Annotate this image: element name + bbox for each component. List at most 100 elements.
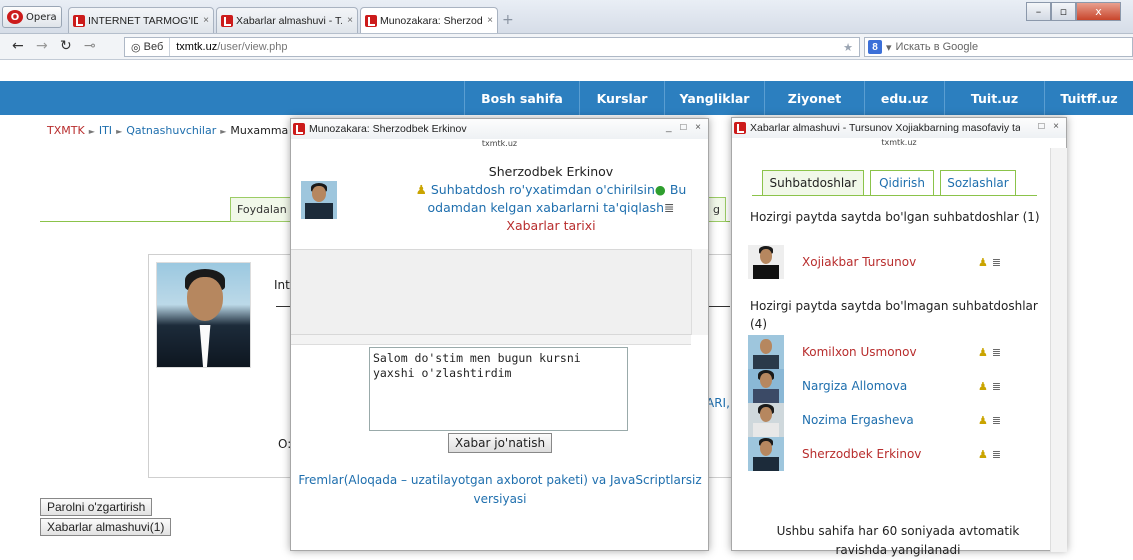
tab-close-icon[interactable]: × xyxy=(201,15,209,26)
no-frames-version-link[interactable]: Fremlar(Aloqada – uzatilayotgan axborot … xyxy=(297,471,703,509)
tab-partial[interactable]: g xyxy=(706,197,726,222)
breadcrumb-current: Muxamma xyxy=(230,124,289,137)
tab-close-icon[interactable]: × xyxy=(345,15,353,26)
person-icon[interactable]: ♟ xyxy=(978,380,992,393)
refresh-note: Ushbu sahifa har 60 soniyada avtomatik r… xyxy=(776,524,1020,557)
message-history-link[interactable]: Xabarlar tarixi xyxy=(506,218,595,233)
contact-name[interactable]: Nargiza Allomova xyxy=(802,379,978,393)
nav-kurslar[interactable]: Kurslar xyxy=(579,81,664,115)
contact-name[interactable]: Sherzodbek Erkinov xyxy=(802,447,978,461)
search-field[interactable]: 8 ▾ Искать в Google xyxy=(864,37,1133,57)
breadcrumb: TXMTK ► ITI ► Qatnashuvchilar ► Muxamma xyxy=(47,124,288,137)
person-icon: ♟ xyxy=(415,182,427,197)
contact-name[interactable]: Komilxon Usmonov xyxy=(802,345,978,359)
nav-tuitff-uz[interactable]: Tuitff.uz xyxy=(1044,81,1133,115)
send-message-button[interactable]: Xabar jo'natish xyxy=(448,433,552,453)
document-icon[interactable]: ≣ xyxy=(992,448,1005,461)
opera-menu-button[interactable]: O Opera xyxy=(2,6,62,28)
person-icon[interactable]: ♟ xyxy=(978,346,992,359)
contact-actions[interactable]: ♟≣ xyxy=(978,346,1005,359)
contact-row[interactable]: Nozima Ergasheva ♟≣ xyxy=(748,403,1005,437)
reload-icon[interactable]: ↻ xyxy=(60,38,72,54)
profile-interest-fragment: Int xyxy=(274,278,290,292)
change-password-button[interactable]: Parolni o'zgartirish xyxy=(40,498,153,516)
globe-icon: ◎ xyxy=(131,41,141,54)
nav-yangliklar[interactable]: Yangliklar xyxy=(664,81,764,115)
chat-scrollbar[interactable] xyxy=(691,249,708,335)
messaging-window-titlebar[interactable]: Xabarlar almashuvi - Tursunov Xojiakbarn… xyxy=(732,118,1066,138)
web-badge-label: Веб xyxy=(143,41,164,53)
search-engine-dropdown-icon[interactable]: ▾ xyxy=(886,41,892,54)
key-icon[interactable]: ⊸ xyxy=(84,38,96,54)
document-icon[interactable]: ≣ xyxy=(992,346,1005,359)
chat-hscrollbar[interactable] xyxy=(291,335,691,345)
tab-suhbatdoshlar[interactable]: Suhbatdoshlar xyxy=(762,170,864,196)
url-field[interactable]: ◎ Веб txmtk.uz/user/view.php ★ xyxy=(124,37,860,57)
site-favicon-icon xyxy=(221,14,233,27)
minimize-button[interactable]: – xyxy=(1026,2,1051,21)
tab-qidirish[interactable]: Qidirish xyxy=(870,170,934,196)
messaging-scrollbar[interactable] xyxy=(1050,148,1067,552)
tab-close-icon[interactable]: × xyxy=(485,15,493,26)
breadcrumb-txmtk[interactable]: TXMTK xyxy=(47,124,85,137)
close-window-button[interactable]: x xyxy=(1076,2,1121,21)
contact-name[interactable]: Xojiakbar Tursunov xyxy=(802,255,978,269)
contact-row[interactable]: Nargiza Allomova ♟≣ xyxy=(748,369,1005,403)
new-tab-icon[interactable]: + xyxy=(502,12,514,28)
contact-actions[interactable]: ♟≣ xyxy=(978,448,1005,461)
breadcrumb-iti[interactable]: ITI xyxy=(99,124,112,137)
url-host: txmtk.uz xyxy=(176,41,218,53)
messaging-window: Xabarlar almashuvi - Tursunov Xojiakbarn… xyxy=(731,117,1067,557)
browser-tab-3[interactable]: Munozakara: Sherzodb... × xyxy=(360,7,498,33)
contact-actions[interactable]: ♟≣ xyxy=(978,414,1005,427)
person-icon[interactable]: ♟ xyxy=(978,414,992,427)
chat-window-titlebar[interactable]: Munozakara: Sherzodbek Erkinov _ □ × xyxy=(291,119,708,139)
forward-icon[interactable]: → xyxy=(36,38,48,54)
green-circle-icon: ● xyxy=(654,182,666,197)
tab-sozlashlar[interactable]: Sozlashlar xyxy=(940,170,1016,196)
contact-row[interactable]: Sherzodbek Erkinov ♟≣ xyxy=(748,437,1005,471)
document-icon: ≣ xyxy=(664,200,675,215)
chat-messages-area[interactable] xyxy=(291,249,708,335)
contact-avatar xyxy=(748,369,784,403)
web-badge[interactable]: ◎ Веб xyxy=(125,38,171,56)
chat-window-controls[interactable]: _ □ × xyxy=(666,122,704,133)
messages-button[interactable]: Xabarlar almashuvi(1) xyxy=(40,518,172,536)
messaging-window-domain: txmtk.uz xyxy=(881,138,917,147)
messaging-window-controls[interactable]: □ × xyxy=(1038,121,1062,132)
nav-edu-uz[interactable]: edu.uz xyxy=(864,81,944,115)
document-icon[interactable]: ≣ xyxy=(992,414,1005,427)
contact-actions[interactable]: ♟≣ xyxy=(978,256,1005,269)
contact-name: Sherzodbek Erkinov xyxy=(488,164,614,179)
nav-ziyonet[interactable]: Ziyonet xyxy=(764,81,864,115)
document-icon[interactable]: ≣ xyxy=(992,256,1005,269)
breadcrumb-qatnashuvchilar[interactable]: Qatnashuvchilar xyxy=(126,124,216,137)
profile-link-fragment[interactable]: ARI, xyxy=(706,396,730,410)
maximize-button[interactable]: ▫ xyxy=(1051,2,1076,21)
person-icon[interactable]: ♟ xyxy=(978,448,992,461)
tab-profile[interactable]: Foydalan xyxy=(230,197,292,222)
site-favicon-icon xyxy=(365,14,377,27)
google-icon: 8 xyxy=(868,40,882,54)
browser-tab-2[interactable]: Xabarlar almashuvi - T... × xyxy=(216,7,358,33)
contact-row[interactable]: Xojiakbar Tursunov ♟≣ xyxy=(748,245,1005,279)
contact-avatar xyxy=(301,181,337,219)
nav-bosh-sahifa[interactable]: Bosh sahifa xyxy=(464,81,579,115)
site-favicon-icon xyxy=(73,14,85,27)
remove-contact-link[interactable]: Suhbatdosh ro'yxatimdan o'chirilsin xyxy=(431,182,655,197)
tab-title: Xabarlar almashuvi - T... xyxy=(236,14,343,27)
browser-tab-1[interactable]: INTERNET TARMOG'ID... × xyxy=(68,7,214,33)
contact-actions[interactable]: ♟≣ xyxy=(978,380,1005,393)
chat-window-domain: txmtk.uz xyxy=(481,139,518,148)
bookmark-star-icon[interactable]: ★ xyxy=(843,41,853,54)
back-icon[interactable]: ← xyxy=(12,38,24,54)
nav-tuit-uz[interactable]: Tuit.uz xyxy=(944,81,1044,115)
person-icon[interactable]: ♟ xyxy=(978,256,992,269)
opera-logo-icon: O xyxy=(7,10,23,24)
offline-heading: Hozirgi paytda saytda bo'lmagan suhbatdo… xyxy=(750,299,1038,331)
online-heading: Hozirgi paytda saytda bo'lgan suhbatdosh… xyxy=(750,210,1040,224)
contact-name[interactable]: Nozima Ergasheva xyxy=(802,413,978,427)
document-icon[interactable]: ≣ xyxy=(992,380,1005,393)
message-input[interactable]: Salom do'stim men bugun kursni yaxshi o'… xyxy=(369,347,628,431)
contact-row[interactable]: Komilxon Usmonov ♟≣ xyxy=(748,335,1005,369)
